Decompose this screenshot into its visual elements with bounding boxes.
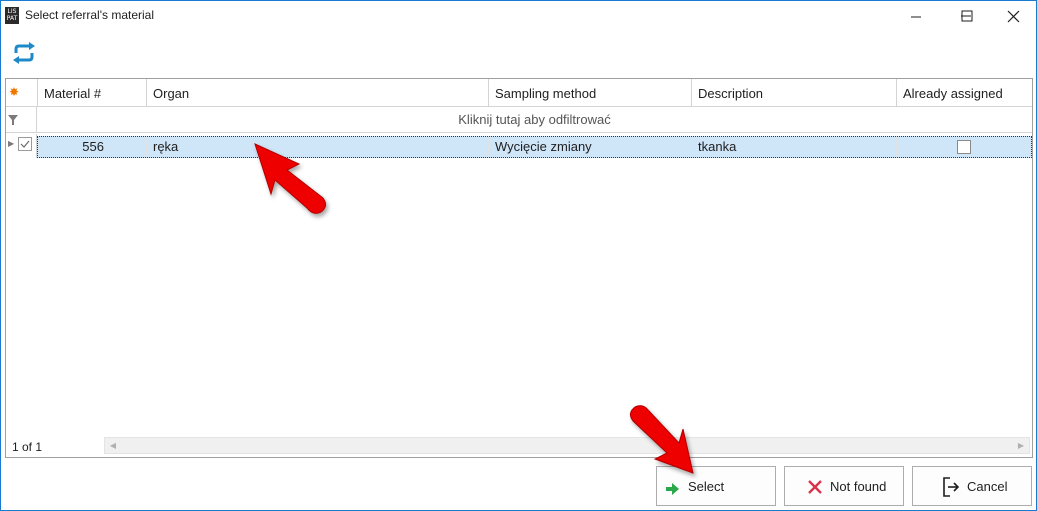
annotation-arrow-icon (254, 143, 327, 214)
column-header-description[interactable]: Description (692, 79, 897, 107)
row-indicator-cell[interactable]: ▶ (6, 134, 37, 158)
cell-material[interactable]: 556 (38, 137, 147, 157)
column-header-label: Material # (44, 86, 102, 101)
scroll-right-icon[interactable]: ▶ (1015, 440, 1027, 452)
column-header-label: Description (698, 86, 764, 101)
materials-grid: ✸ Material # Organ Sampling method Descr… (5, 78, 1033, 458)
already-assigned-checkbox[interactable] (957, 140, 971, 154)
exit-icon (943, 477, 960, 497)
table-row[interactable]: 556 ręka Wycięcie zmiany tkanka (37, 136, 1032, 158)
refresh-button[interactable] (11, 41, 37, 65)
new-row-star-icon: ✸ (9, 85, 20, 99)
horizontal-scrollbar[interactable]: ◀ ▶ (104, 437, 1030, 454)
window-title: Select referral's material (25, 8, 154, 22)
refresh-icon (13, 42, 35, 64)
annotation-arrow-select-icon (629, 405, 694, 474)
app-logo: LIS PAT (5, 7, 19, 24)
row-pointer-icon: ▶ (8, 139, 15, 148)
cell-sampling-method[interactable]: Wycięcie zmiany (489, 137, 692, 157)
not-found-button-label: Not found (830, 479, 887, 494)
scroll-left-icon[interactable]: ◀ (107, 440, 119, 452)
column-header-organ[interactable]: Organ (147, 79, 489, 107)
cancel-button-label: Cancel (967, 479, 1008, 494)
column-header-label: Organ (153, 86, 190, 101)
grid-footer: 1 of 1 ◀ ▶ (6, 434, 1032, 457)
column-header-label: Sampling method (495, 86, 597, 101)
x-mark-icon (808, 480, 822, 494)
column-header-label: Already assigned (903, 86, 1003, 101)
dialog-window: LIS PAT Select referral's material ✸ Mat… (0, 0, 1037, 511)
column-header-already-assigned[interactable]: Already assigned (897, 79, 1032, 107)
page-info: 1 of 1 (12, 440, 43, 454)
select-button-label: Select (688, 479, 725, 494)
app-logo-text-bottom: PAT (6, 15, 18, 22)
header-indicator-cell[interactable]: ✸ (6, 79, 38, 107)
arrow-right-icon (666, 483, 679, 495)
cancel-button[interactable]: Cancel (912, 466, 1032, 506)
filter-funnel-icon (8, 115, 18, 125)
column-header-material[interactable]: Material # (38, 79, 147, 107)
app-logo-text-top: LIS (7, 8, 17, 15)
title-bar: LIS PAT Select referral's material (1, 1, 1036, 31)
cell-already-assigned[interactable] (897, 137, 1031, 157)
maximize-icon (961, 10, 973, 22)
cell-description[interactable]: tkanka (692, 137, 897, 157)
row-select-checkbox[interactable] (18, 137, 32, 151)
not-found-button[interactable]: Not found (784, 466, 904, 506)
filter-prompt[interactable]: Kliknij tutaj aby odfiltrować (37, 112, 1032, 127)
filter-indicator-cell (6, 107, 37, 132)
column-header-sampling-method[interactable]: Sampling method (489, 79, 692, 107)
auto-filter-row[interactable]: Kliknij tutaj aby odfiltrować (6, 107, 1032, 133)
checkmark-icon (20, 140, 30, 148)
window-controls (911, 10, 1020, 23)
